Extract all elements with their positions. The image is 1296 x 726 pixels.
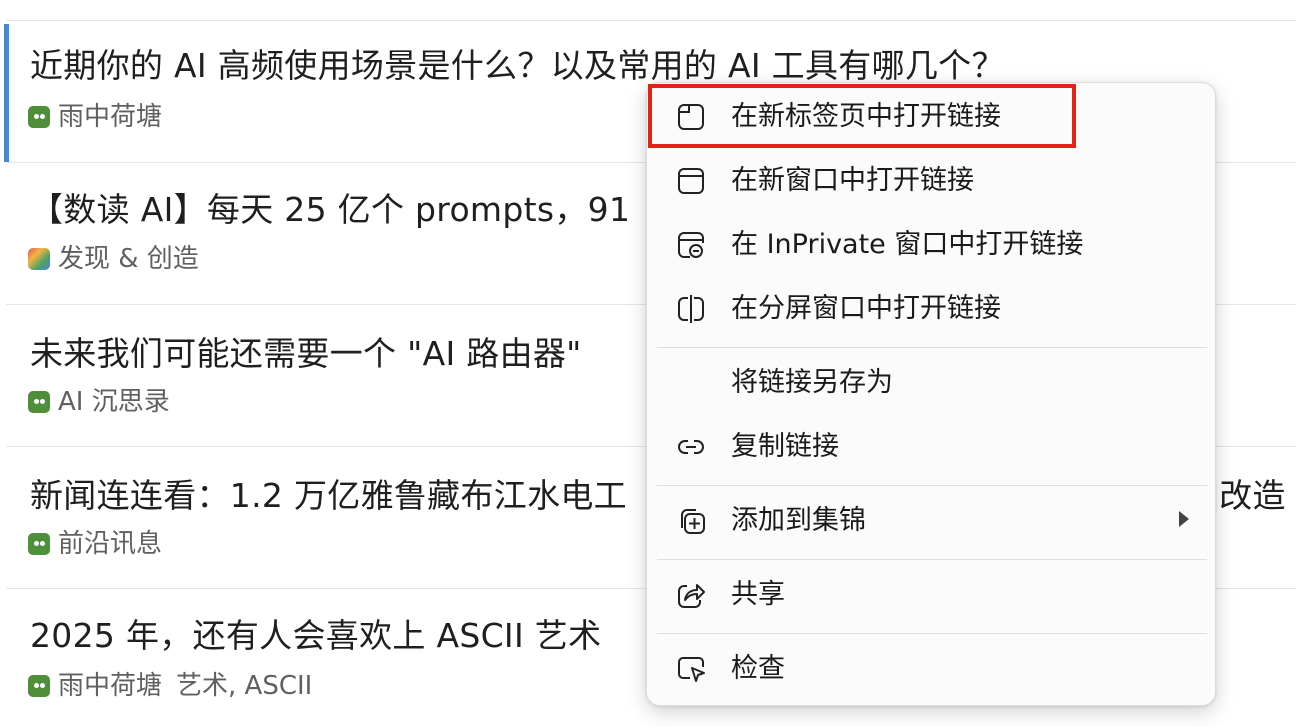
menu-separator (657, 485, 1207, 486)
menu-item-open-new-tab[interactable]: 在新标签页中打开链接 (657, 89, 1207, 145)
menu-item-label: 共享 (731, 579, 785, 610)
inprivate-window-icon (675, 229, 707, 261)
menu-item-label: 在分屏窗口中打开链接 (731, 293, 1001, 324)
new-tab-icon (675, 101, 707, 133)
share-icon (675, 579, 707, 611)
menu-item-open-new-window[interactable]: 在新窗口中打开链接 (657, 153, 1207, 209)
menu-item-label: 将链接另存为 (731, 367, 893, 398)
menu-item-label: 添加到集锦 (731, 505, 866, 536)
menu-item-copy-link[interactable]: 复制链接 (657, 419, 1207, 475)
split-screen-icon (675, 293, 707, 325)
topic-title-tail[interactable]: ]改造 (1206, 474, 1286, 518)
menu-item-inspect[interactable]: 检查 (657, 641, 1207, 697)
menu-item-label: 检查 (731, 653, 785, 684)
menu-item-open-split-screen[interactable]: 在分屏窗口中打开链接 (657, 281, 1207, 337)
topic-category[interactable]: 雨中荷塘 艺术, ASCII (28, 669, 312, 703)
category-label[interactable]: 前沿讯息 (58, 527, 162, 561)
collections-add-icon (675, 505, 707, 537)
active-indicator (4, 24, 9, 162)
topic-title[interactable]: 新闻连连看：1.2 万亿雅鲁藏布江水电工 (30, 474, 627, 518)
topic-title[interactable]: 2025 年，还有人会喜欢上 ASCII 艺术 (30, 614, 601, 658)
menu-separator (657, 559, 1207, 560)
topic-title[interactable]: 【数读 AI】每天 25 亿个 prompts，91 (30, 188, 630, 232)
category-avatar-icon (28, 391, 50, 413)
menu-item-share[interactable]: 共享 (657, 567, 1207, 623)
menu-separator (657, 347, 1207, 348)
context-menu: 在新标签页中打开链接 在新窗口中打开链接 在 InPrivate 窗口中打开链接… (646, 82, 1216, 706)
category-avatar-icon (28, 106, 50, 128)
page: 近期你的 AI 高频使用场景是什么？以及常用的 AI 工具有哪几个？ 雨中荷塘 … (0, 0, 1296, 726)
menu-item-save-link-as[interactable]: 将链接另存为 (657, 355, 1207, 411)
submenu-arrow-icon (1179, 511, 1189, 527)
topic-category[interactable]: 雨中荷塘 (28, 100, 162, 134)
topic-category[interactable]: 前沿讯息 (28, 527, 162, 561)
link-icon (675, 431, 707, 463)
menu-item-label: 在新标签页中打开链接 (731, 101, 1001, 132)
topic-category[interactable]: 发现 & 创造 (28, 242, 199, 276)
menu-item-label: 在 InPrivate 窗口中打开链接 (731, 229, 1084, 260)
topic-category[interactable]: AI 沉思录 (28, 385, 170, 419)
category-label[interactable]: AI 沉思录 (58, 385, 170, 419)
topic-tags[interactable]: 艺术, ASCII (176, 669, 312, 703)
topic-title[interactable]: 未来我们可能还需要一个 "AI 路由器" (30, 332, 582, 376)
new-window-icon (675, 165, 707, 197)
category-avatar-icon (28, 533, 50, 555)
category-avatar-icon (28, 675, 50, 697)
menu-separator (657, 633, 1207, 634)
menu-item-label: 复制链接 (731, 431, 839, 462)
category-label[interactable]: 雨中荷塘 (58, 669, 162, 703)
inspect-icon (675, 653, 707, 685)
menu-item-open-inprivate[interactable]: 在 InPrivate 窗口中打开链接 (657, 217, 1207, 273)
divider (6, 20, 1296, 21)
category-avatar-icon (28, 248, 50, 270)
menu-item-label: 在新窗口中打开链接 (731, 165, 974, 196)
category-label[interactable]: 雨中荷塘 (58, 100, 162, 134)
category-label[interactable]: 发现 & 创造 (58, 242, 199, 276)
menu-item-add-to-collections[interactable]: 添加到集锦 (657, 493, 1207, 549)
